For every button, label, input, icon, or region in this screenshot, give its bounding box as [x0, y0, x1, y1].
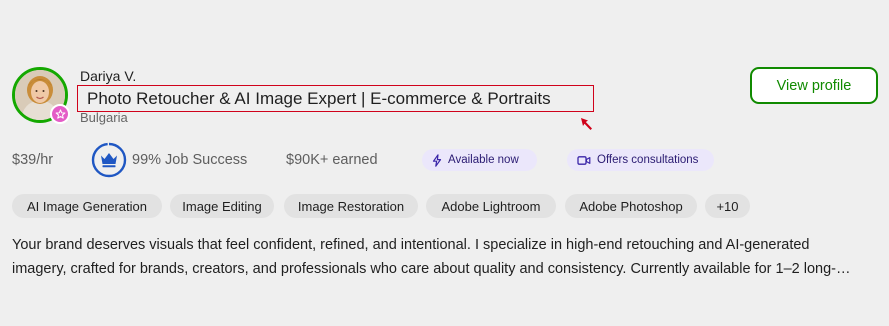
skill-tag[interactable]: Adobe Lightroom — [426, 194, 556, 218]
total-earned: $90K+ earned — [286, 152, 378, 168]
freelancer-title[interactable]: Photo Retoucher & AI Image Expert | E-co… — [87, 89, 551, 109]
video-icon — [577, 155, 591, 166]
freelancer-card[interactable]: Dariya V. Photo Retoucher & AI Image Exp… — [0, 0, 889, 326]
skill-tag[interactable]: AI Image Generation — [12, 194, 162, 218]
view-profile-button[interactable]: View profile — [750, 67, 878, 104]
more-skills-button[interactable]: +10 — [705, 194, 750, 218]
skill-tag[interactable]: Image Editing — [170, 194, 274, 218]
offers-consultations-label: Offers consultations — [597, 154, 699, 166]
available-now-badge: Available now — [422, 149, 537, 171]
freelancer-location: Bulgaria — [80, 110, 128, 125]
lightning-icon — [432, 153, 442, 167]
cursor-arrow-icon — [581, 118, 592, 130]
skill-tag[interactable]: Adobe Photoshop — [565, 194, 697, 218]
description-line: Your brand deserves visuals that feel co… — [12, 237, 810, 253]
available-now-label: Available now — [448, 154, 519, 166]
skill-tag[interactable]: Image Restoration — [284, 194, 418, 218]
description-line: imagery, crafted for brands, creators, a… — [12, 261, 851, 277]
freelancer-description[interactable]: Your brand deserves visuals that feel co… — [12, 233, 878, 281]
crown-icon — [91, 142, 127, 178]
hourly-rate: $39/hr — [12, 152, 54, 168]
avatar[interactable] — [12, 67, 70, 124]
offers-consultations-badge: Offers consultations — [567, 149, 714, 171]
top-rated-badge-icon — [50, 104, 70, 124]
freelancer-title-highlight: Photo Retoucher & AI Image Expert | E-co… — [77, 85, 594, 112]
freelancer-name[interactable]: Dariya V. — [80, 68, 136, 84]
job-success: 99% Job Success — [132, 152, 248, 168]
